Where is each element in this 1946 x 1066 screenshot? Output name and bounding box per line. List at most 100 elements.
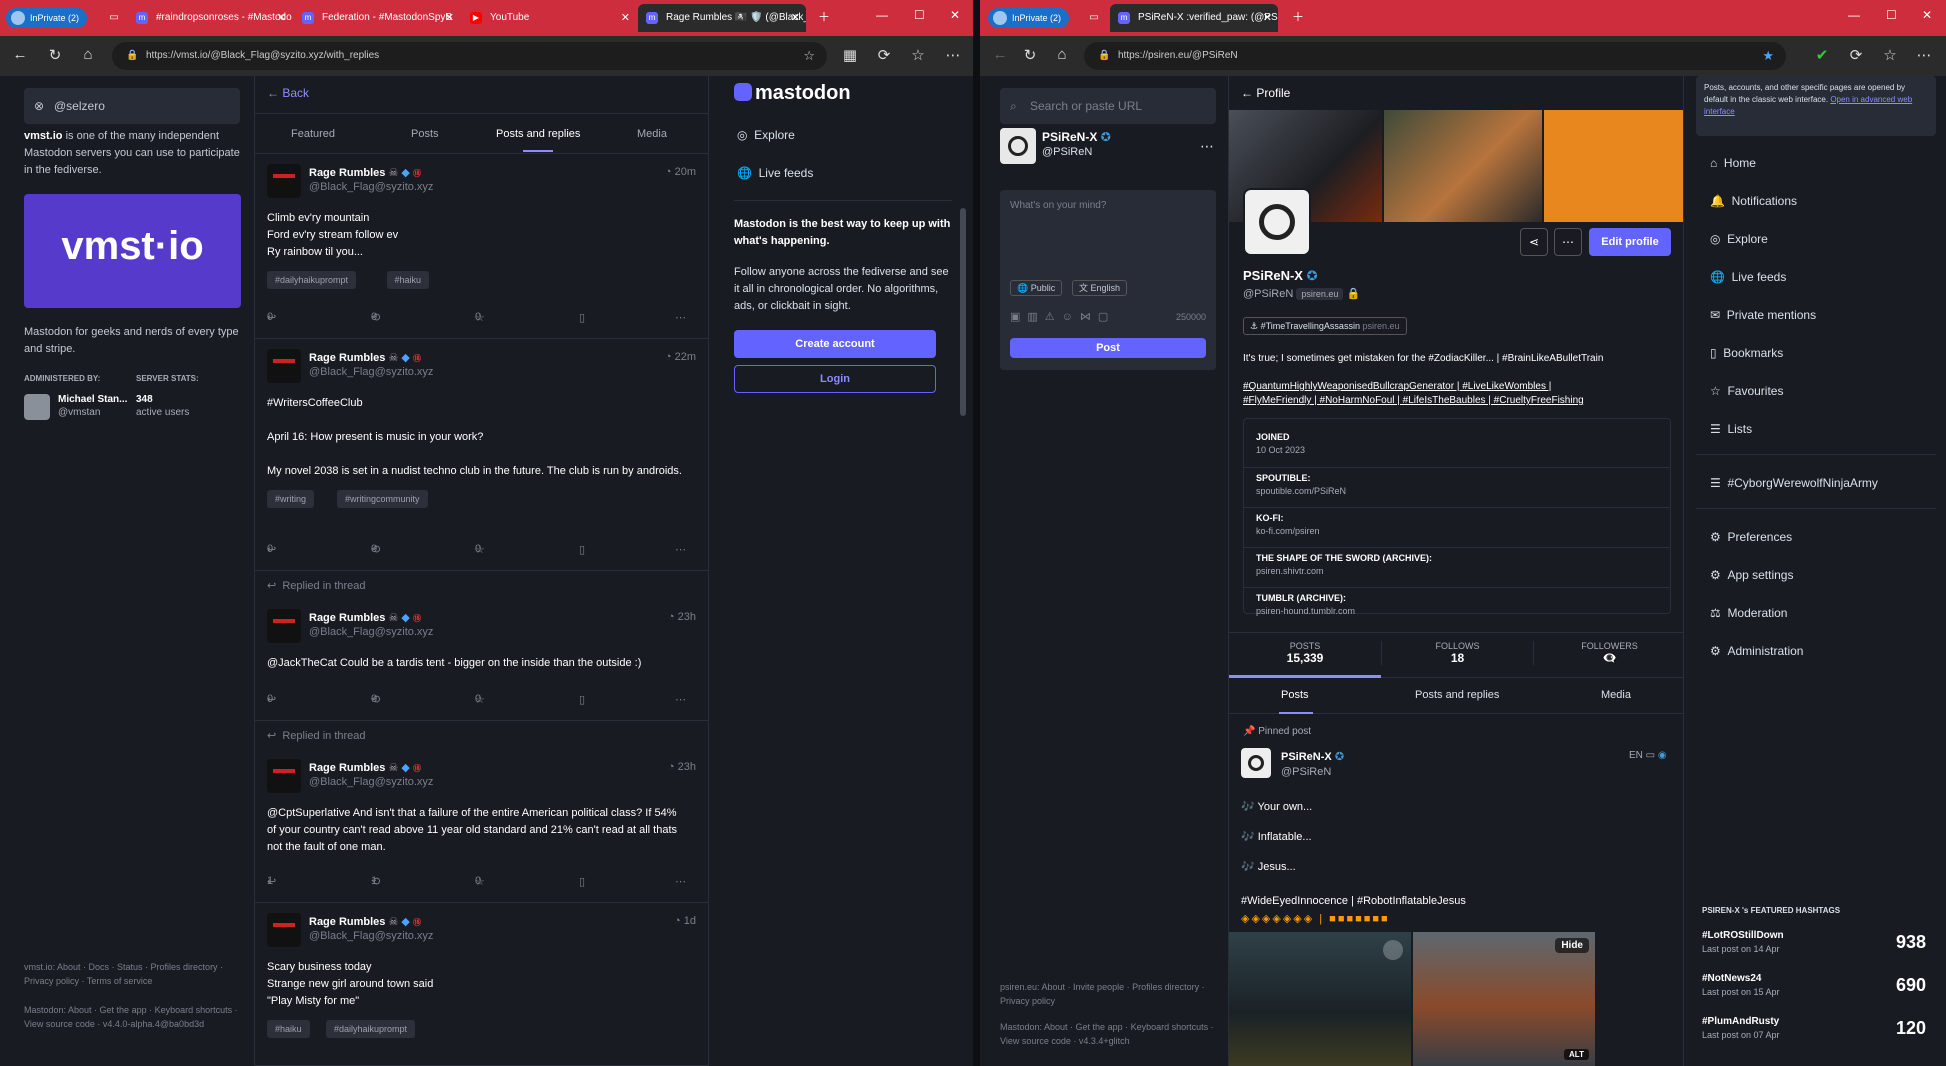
stat-posts[interactable]: POSTS 15,339 bbox=[1229, 641, 1381, 665]
more-icon[interactable]: ⋯ bbox=[943, 46, 963, 64]
new-tab-icon[interactable]: ＋ bbox=[1292, 8, 1304, 25]
star-icon[interactable]: ☆ bbox=[803, 42, 815, 70]
status-post[interactable]: ↩ Replied in thread Rage Rumbles ☠ ◆ ⑱ @Bl… bbox=[255, 571, 708, 721]
share-button[interactable]: ⋖ bbox=[1520, 228, 1548, 256]
featured-hashtag[interactable]: #PlumAndRusty Last post on 07 Apr 120 bbox=[1702, 1012, 1926, 1052]
post-avatar[interactable] bbox=[267, 349, 301, 383]
alt-badge[interactable]: ALT bbox=[1564, 1049, 1589, 1060]
nav-item-moderation[interactable]: ⚖ Moderation bbox=[1710, 606, 1787, 620]
post-avatar[interactable] bbox=[267, 913, 301, 947]
featured-tag-chip[interactable]: ⚓ #TimeTravellingAssassin psiren.eu bbox=[1243, 317, 1407, 335]
media-image-1[interactable] bbox=[1229, 932, 1411, 1066]
post-author[interactable]: Rage Rumbles ☠ ◆ ⑱ bbox=[309, 351, 421, 364]
refresh-icon[interactable]: ↻ bbox=[45, 46, 65, 64]
minimize-icon[interactable]: — bbox=[876, 8, 888, 22]
compose-tools[interactable]: ▣▥⚠☺⋈▢ bbox=[1010, 310, 1115, 323]
new-tab-icon[interactable]: ＋ bbox=[818, 8, 830, 25]
inprivate-badge[interactable]: InPrivate (2) bbox=[6, 8, 88, 28]
hide-media-button[interactable]: Hide bbox=[1555, 938, 1589, 953]
post-author[interactable]: Rage Rumbles ☠ ◆ ⑱ bbox=[309, 166, 421, 179]
search-input[interactable]: ⌕ Search or paste URL bbox=[1000, 88, 1216, 124]
more-icon[interactable]: ⋯ bbox=[1914, 46, 1934, 64]
post-hashtag[interactable]: #dailyhaikuprompt bbox=[326, 1020, 416, 1038]
refresh-icon[interactable]: ↻ bbox=[1020, 46, 1040, 64]
scrollbar[interactable] bbox=[960, 208, 966, 416]
my-avatar[interactable] bbox=[1000, 128, 1036, 164]
tab-raindrops[interactable]: m #raindropsonroses - #Mastodo ✕ bbox=[128, 4, 292, 32]
media-image-2[interactable]: Hide ALT bbox=[1413, 932, 1595, 1066]
close-icon[interactable]: ✕ bbox=[621, 4, 630, 32]
language-select[interactable]: 文 English bbox=[1072, 280, 1128, 296]
tab-posts[interactable]: Posts bbox=[411, 114, 439, 154]
login-button[interactable]: Login bbox=[734, 365, 936, 393]
field-value[interactable]: psiren.shivtr.com bbox=[1256, 565, 1658, 578]
bio-line[interactable]: #FlyMeFriendly | #NoHarmNoFoul | #LifeIs… bbox=[1243, 394, 1673, 408]
search-input[interactable]: ⊗ @selzero bbox=[24, 88, 240, 124]
create-account-button[interactable]: Create account bbox=[734, 330, 936, 358]
tab-featured[interactable]: Featured bbox=[291, 114, 335, 154]
mastodon-footer-links[interactable]: Mastodon: About · Get the app · Keyboard… bbox=[24, 1003, 246, 1031]
tab-youtube[interactable]: ▶ YouTube ✕ bbox=[462, 4, 636, 32]
home-icon[interactable]: ⌂ bbox=[1052, 46, 1072, 63]
post-hashtag[interactable]: #writing bbox=[267, 490, 315, 508]
bio-line[interactable]: #QuantumHighlyWeaponisedBullcrapGenerato… bbox=[1243, 380, 1673, 394]
tab-posts[interactable]: Posts bbox=[1281, 689, 1309, 701]
inprivate-badge[interactable]: InPrivate (2) bbox=[988, 8, 1070, 28]
compose-textarea[interactable]: What's on your mind? bbox=[1010, 200, 1106, 211]
tab-media[interactable]: Media bbox=[637, 114, 667, 154]
tab-rage-rumbles[interactable]: m Rage Rumbles 🏴‍☠️ 🛡️ (@Black_ ✕ bbox=[638, 4, 806, 32]
admin-avatar[interactable] bbox=[24, 394, 50, 420]
status-post[interactable]: Rage Rumbles ☠ ◆ ⑱ @Black_Flag@syzito.xyz… bbox=[255, 903, 708, 1066]
favorites-icon[interactable]: ☆ bbox=[1880, 46, 1900, 64]
nav-item-explore[interactable]: ◎ Explore bbox=[1710, 232, 1768, 246]
field-value[interactable]: spoutible.com/PSiReN bbox=[1256, 485, 1658, 498]
field-value[interactable]: 10 Oct 2023 bbox=[1256, 444, 1658, 457]
nav-item-notifications[interactable]: 🔔 Notifications bbox=[1710, 194, 1797, 208]
post-time[interactable]: ◔ 23h bbox=[668, 761, 696, 773]
stat-follows[interactable]: FOLLOWS 18 bbox=[1381, 641, 1533, 665]
profile-avatar[interactable] bbox=[1243, 188, 1311, 256]
close-window-icon[interactable]: ✕ bbox=[950, 8, 960, 22]
nav-item-bookmarks[interactable]: ▯ Bookmarks bbox=[1710, 346, 1783, 360]
close-icon[interactable]: ✕ bbox=[791, 4, 800, 32]
mastodon-logo[interactable]: mastodon bbox=[734, 82, 851, 105]
nav-explore[interactable]: ◎ Explore bbox=[737, 128, 795, 142]
tab-actions-icon[interactable]: ▭ bbox=[1080, 4, 1108, 32]
home-icon[interactable]: ⌂ bbox=[78, 46, 98, 63]
tab-psiren[interactable]: m PSiReN-X :verified_paw: (@PSiRe ✕ bbox=[1110, 4, 1278, 32]
maximize-icon[interactable]: ☐ bbox=[914, 8, 925, 22]
post-author[interactable]: Rage Rumbles ☠ ◆ ⑱ bbox=[309, 915, 421, 928]
tab-media[interactable]: Media bbox=[1601, 689, 1631, 701]
tab-posts-and-replies[interactable]: Posts and replies bbox=[496, 114, 580, 154]
nav-item-home[interactable]: ⌂ Home bbox=[1710, 156, 1756, 170]
back-arrow-icon[interactable]: ← bbox=[10, 46, 30, 63]
edit-profile-button[interactable]: Edit profile bbox=[1589, 228, 1671, 256]
tab-federation[interactable]: m Federation - #MastodonSpyB ✕ bbox=[294, 4, 460, 32]
profile-header[interactable]: ← Profile bbox=[1241, 86, 1290, 100]
post-time[interactable]: ◔ 20m bbox=[665, 166, 696, 178]
star-icon[interactable]: ★ bbox=[1762, 42, 1774, 70]
my-display-name[interactable]: PSiReN-X ✪ bbox=[1042, 130, 1111, 144]
post-hashtag[interactable]: #dailyhaikuprompt bbox=[267, 271, 357, 289]
favorites-icon[interactable]: ☆ bbox=[908, 46, 928, 64]
close-icon[interactable]: ✕ bbox=[445, 4, 454, 32]
tab-posts-and-replies[interactable]: Posts and replies bbox=[1415, 689, 1499, 701]
extension-icon[interactable]: ✔ bbox=[1812, 46, 1832, 64]
back-button[interactable]: ← Back bbox=[267, 86, 309, 100]
post-button[interactable]: Post bbox=[1010, 338, 1206, 358]
more-button[interactable]: ⋯ bbox=[1554, 228, 1582, 256]
more-options-icon[interactable]: ⋯ bbox=[1200, 138, 1214, 155]
stat-followers[interactable]: FOLLOWERS 👁‍🗨 bbox=[1533, 641, 1683, 665]
admin-name[interactable]: Michael Stan... bbox=[58, 394, 127, 405]
nav-live-feeds[interactable]: 🌐 Live feeds bbox=[737, 166, 813, 180]
status-post[interactable]: ↩ Replied in thread Rage Rumbles ☠ ◆ ⑱ @Bl… bbox=[255, 721, 708, 903]
clear-icon[interactable]: ⊗ bbox=[34, 88, 44, 124]
post-author[interactable]: Rage Rumbles ☠ ◆ ⑱ bbox=[309, 761, 421, 774]
featured-hashtag[interactable]: #NotNews24 Last post on 15 Apr 690 bbox=[1702, 969, 1926, 1009]
server-footer-links[interactable]: vmst.io: About · Docs · Status · Profile… bbox=[24, 960, 246, 988]
sync-icon[interactable]: ⟳ bbox=[874, 46, 894, 64]
status-post[interactable]: Rage Rumbles ☠ ◆ ⑱ @Black_Flag@syzito.xyz… bbox=[255, 339, 708, 571]
post-time[interactable]: ◔ 1d bbox=[674, 915, 696, 927]
visibility-select[interactable]: 🌐 Public bbox=[1010, 280, 1063, 296]
url-field[interactable]: 🔒 https://psiren.eu/@PSiReN ★ bbox=[1084, 42, 1786, 70]
